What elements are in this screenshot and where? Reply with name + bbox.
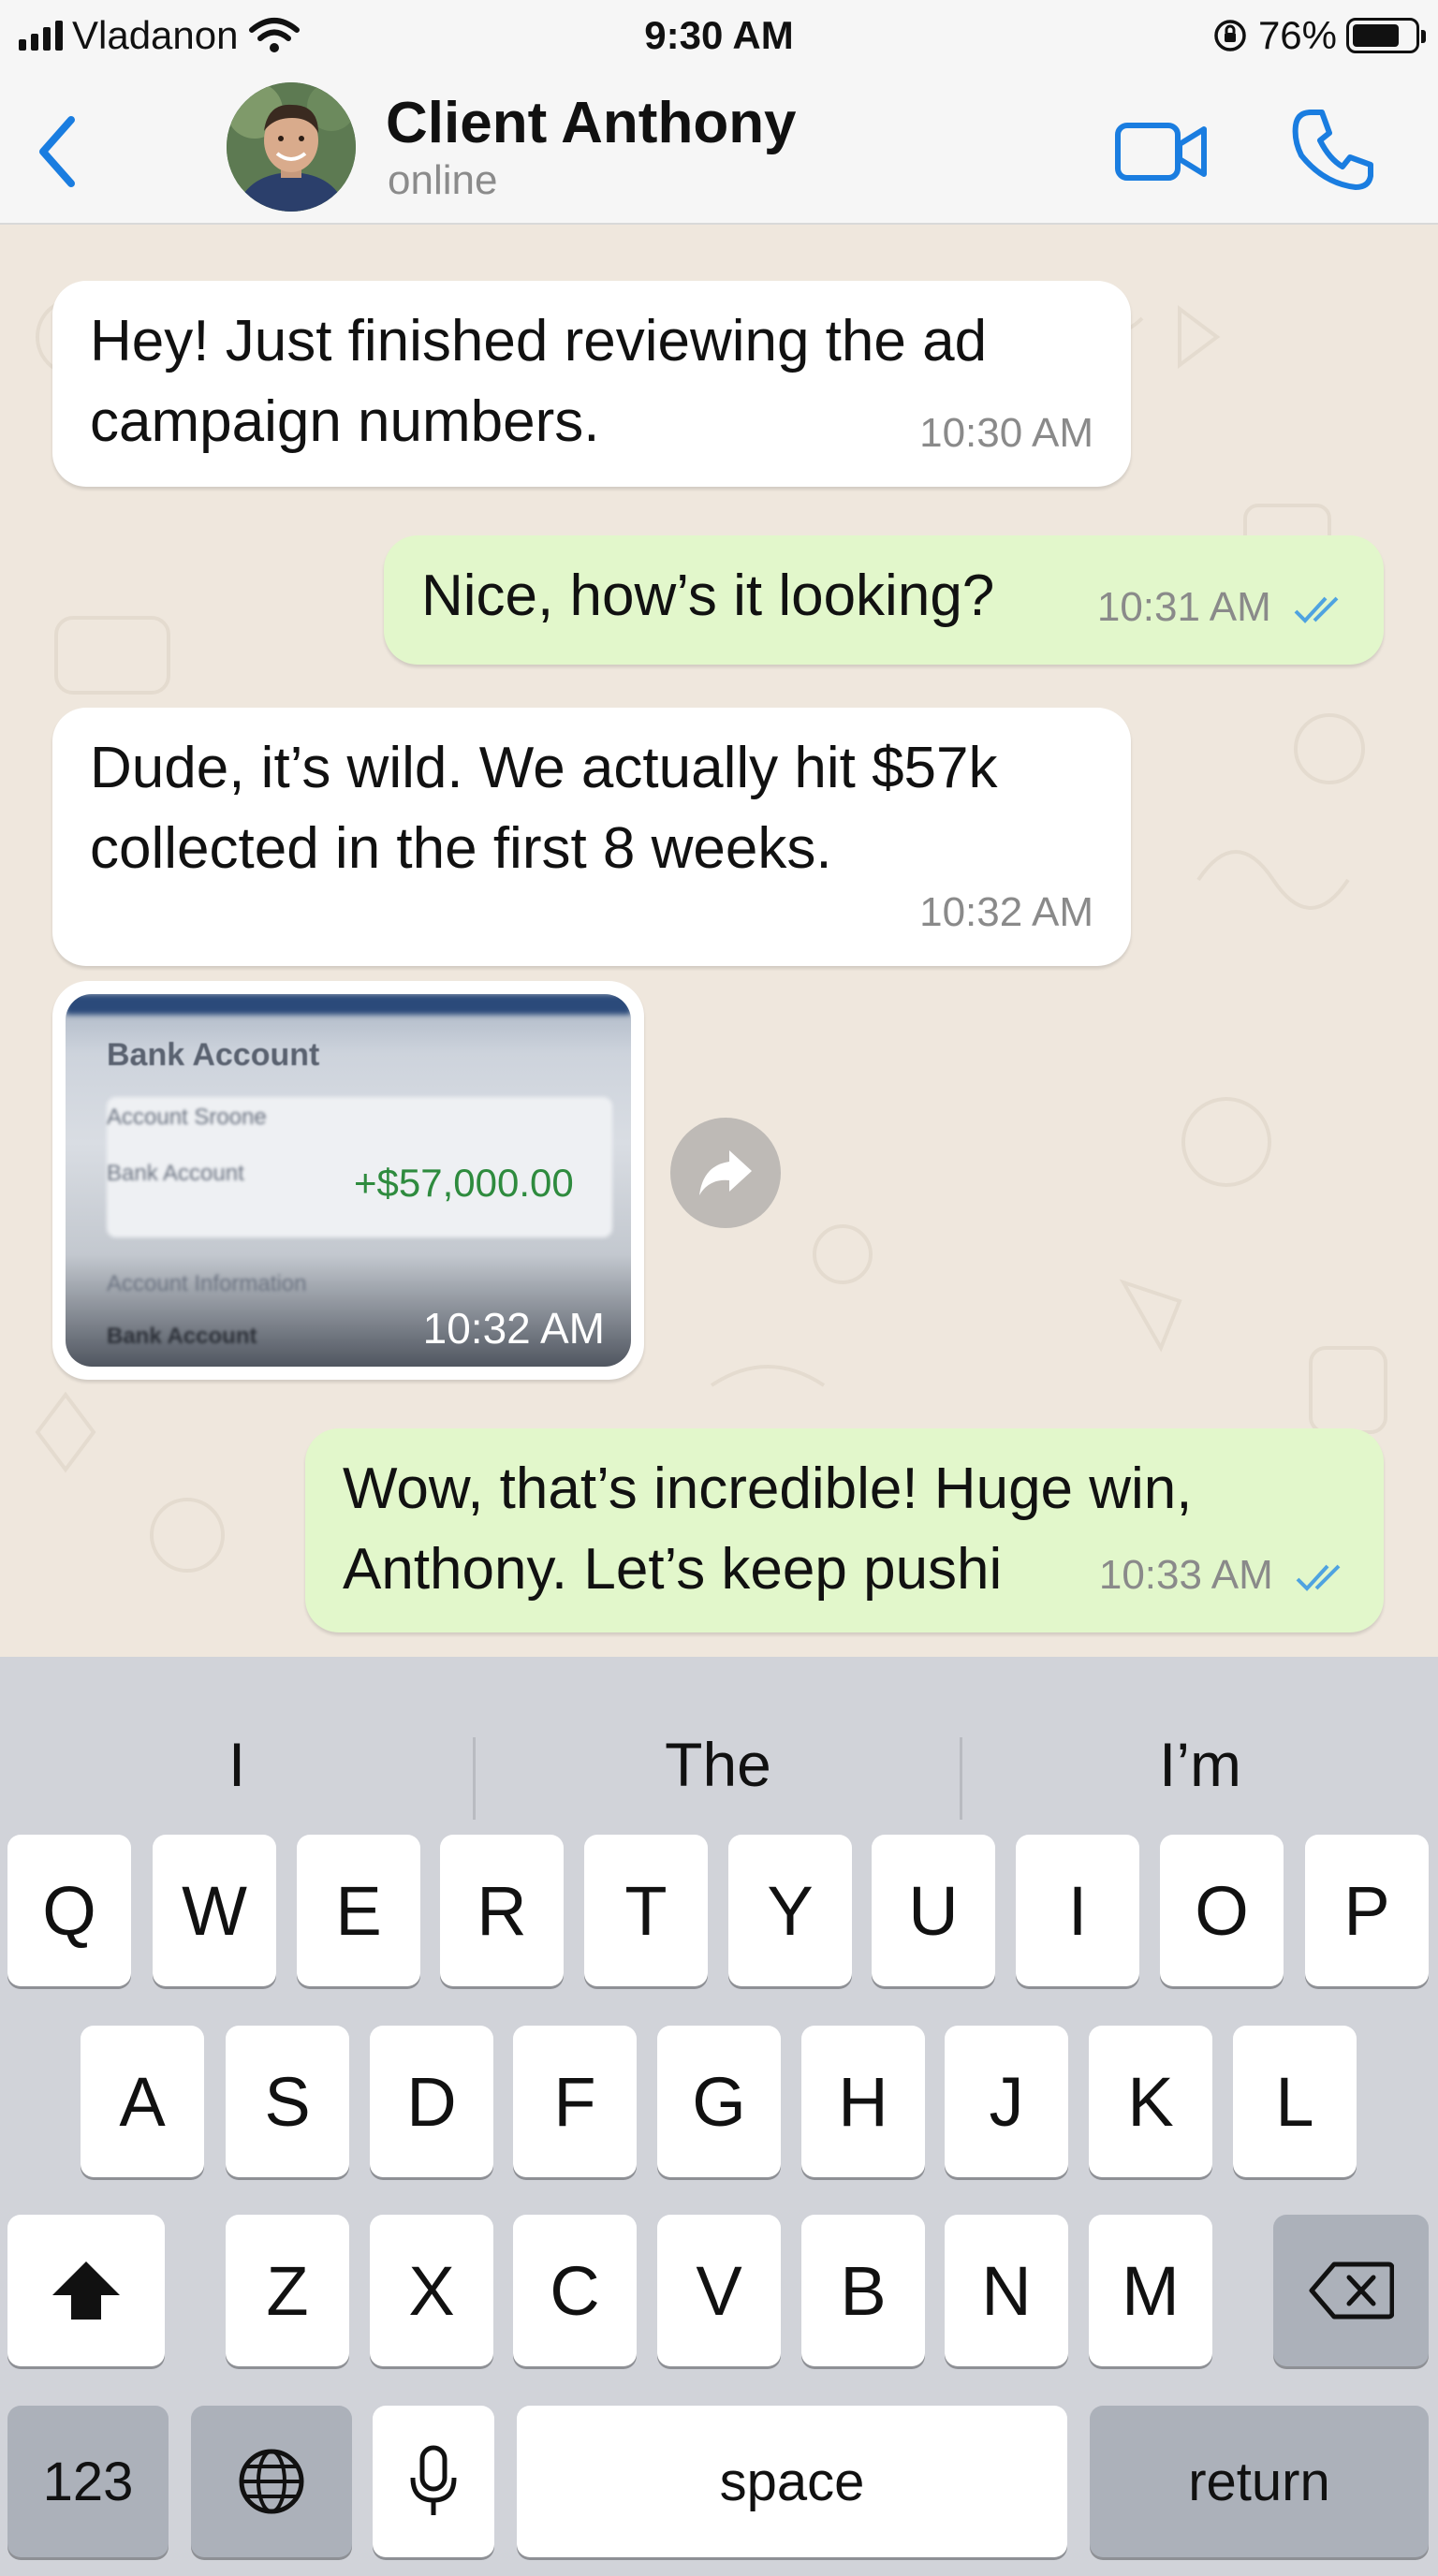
battery-icon: [1346, 18, 1426, 53]
shift-icon: [52, 2261, 120, 2320]
space-key[interactable]: space: [517, 2406, 1067, 2557]
forward-button[interactable]: [670, 1118, 781, 1228]
contact-status: online: [388, 157, 498, 203]
chat-area[interactable]: Hey! Just finished reviewing the ad camp…: [0, 225, 1438, 1657]
key-x[interactable]: X: [370, 2215, 493, 2366]
key-f[interactable]: F: [513, 2026, 637, 2177]
backspace-icon: [1309, 2261, 1394, 2320]
key-m[interactable]: M: [1089, 2215, 1212, 2366]
key-a[interactable]: A: [81, 2026, 204, 2177]
key-t[interactable]: T: [584, 1835, 708, 1986]
image-time: 10:32 AM: [422, 1304, 605, 1353]
key-l[interactable]: L: [1233, 2026, 1357, 2177]
key-o[interactable]: O: [1160, 1835, 1284, 1986]
key-w[interactable]: W: [153, 1835, 276, 1986]
key-d[interactable]: D: [370, 2026, 493, 2177]
message-text-line: Dude, it’s wild. We actually hit $57k: [90, 736, 998, 800]
globe-key[interactable]: [191, 2406, 352, 2557]
message-bubble-outgoing[interactable]: Nice, how’s it looking? 10:31 AM: [384, 535, 1384, 665]
image-topbar: [66, 994, 631, 1015]
message-time: 10:33 AM: [1098, 1552, 1273, 1598]
key-q[interactable]: Q: [7, 1835, 131, 1986]
key-p[interactable]: P: [1305, 1835, 1429, 1986]
image-row-label: Bank Account: [107, 1161, 244, 1186]
status-right-group: 76%: [1211, 13, 1426, 58]
microphone-icon: [410, 2445, 457, 2515]
orientation-lock-icon: [1214, 20, 1246, 51]
suggestion-2[interactable]: The: [476, 1694, 961, 1835]
image-subtitle: Account Sroone: [107, 1105, 267, 1130]
message-time: 10:32 AM: [919, 889, 1093, 935]
shift-key[interactable]: [7, 2215, 165, 2366]
voice-call-button[interactable]: [1290, 107, 1374, 191]
message-time: 10:30 AM: [919, 410, 1093, 456]
image-bottom-label: Bank Account: [107, 1324, 257, 1349]
message-text-line: Wow, that’s incredible! Huge win,: [343, 1456, 1193, 1521]
message-meta: 10:31 AM: [1097, 567, 1348, 648]
key-b[interactable]: B: [801, 2215, 925, 2366]
status-bar: Vladanon 9:30 AM 76%: [0, 9, 1438, 66]
message-bubble-outgoing[interactable]: Wow, that’s incredible! Huge win, Anthon…: [305, 1428, 1384, 1632]
key-z[interactable]: Z: [226, 2215, 349, 2366]
return-key[interactable]: return: [1090, 2406, 1429, 2557]
image-title: Bank Account: [107, 1037, 320, 1073]
key-c[interactable]: C: [513, 2215, 637, 2366]
globe-icon: [239, 2449, 304, 2514]
suggestion-3[interactable]: I’m: [962, 1694, 1438, 1835]
read-ticks-icon: [1296, 1564, 1341, 1592]
suggestion-bar: I The I’m: [0, 1694, 1438, 1835]
microphone-key[interactable]: [373, 2406, 494, 2557]
read-ticks-icon: [1294, 596, 1339, 624]
image-amount: +$57,000.00: [354, 1161, 574, 1205]
key-j[interactable]: J: [945, 2026, 1068, 2177]
back-chevron-icon: [39, 116, 75, 187]
key-i[interactable]: I: [1016, 1835, 1139, 1986]
message-time: 10:31 AM: [1096, 584, 1271, 630]
key-y[interactable]: Y: [728, 1835, 852, 1986]
avatar[interactable]: [227, 82, 356, 212]
key-k[interactable]: K: [1089, 2026, 1212, 2177]
contact-name[interactable]: Client Anthony: [386, 90, 797, 156]
chat-header: Client Anthony online: [0, 77, 1438, 217]
message-meta: 10:33 AM: [1099, 1535, 1350, 1616]
battery-fill: [1353, 24, 1399, 47]
numbers-key[interactable]: 123: [7, 2406, 169, 2557]
backspace-key[interactable]: [1273, 2215, 1429, 2366]
video-camera-icon: [1115, 123, 1207, 181]
image-message-bubble[interactable]: Bank Account Account Sroone Bank Account…: [52, 981, 644, 1380]
phone-icon: [1292, 110, 1373, 190]
message-bubble-incoming[interactable]: Dude, it’s wild. We actually hit $57k co…: [52, 708, 1131, 966]
bank-screenshot-image[interactable]: Bank Account Account Sroone Bank Account…: [66, 994, 631, 1367]
message-text-line: Hey! Just finished reviewing the ad: [90, 309, 988, 373]
forward-arrow-icon: [699, 1150, 752, 1195]
back-button[interactable]: [28, 105, 84, 198]
key-s[interactable]: S: [226, 2026, 349, 2177]
key-e[interactable]: E: [297, 1835, 420, 1986]
image-section-label: Account Information: [107, 1271, 307, 1296]
key-n[interactable]: N: [945, 2215, 1068, 2366]
top-bar: Vladanon 9:30 AM 76% Client Anthony onli…: [0, 0, 1438, 225]
key-u[interactable]: U: [872, 1835, 995, 1986]
key-r[interactable]: R: [440, 1835, 564, 1986]
suggestion-1[interactable]: I: [0, 1694, 474, 1835]
key-v[interactable]: V: [657, 2215, 781, 2366]
keyboard: I The I’m Q W E R T Y U I O P A S D F G …: [0, 1657, 1438, 2576]
avatar-photo: [227, 82, 356, 212]
battery-percent: 76%: [1257, 13, 1337, 57]
video-call-button[interactable]: [1114, 114, 1208, 189]
key-g[interactable]: G: [657, 2026, 781, 2177]
message-bubble-incoming[interactable]: Hey! Just finished reviewing the ad camp…: [52, 281, 1131, 487]
key-h[interactable]: H: [801, 2026, 925, 2177]
